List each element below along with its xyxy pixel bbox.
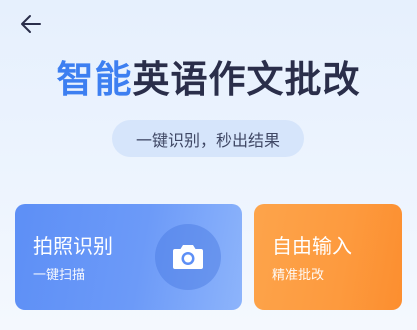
- photo-card-title: 拍照识别: [33, 234, 113, 258]
- back-arrow-icon: [21, 15, 41, 33]
- camera-icon: [173, 245, 203, 269]
- page-title: 智能英语作文批改: [0, 58, 417, 102]
- photo-card-subtitle: 一键扫描: [33, 268, 86, 283]
- subtitle-text: 一键识别，秒出结果: [135, 130, 280, 150]
- page-title-rest: 英语作文批改: [132, 58, 361, 101]
- page-title-accent: 智能: [56, 58, 133, 101]
- free-input-card[interactable]: 自由输入 精准批改: [254, 204, 402, 310]
- back-button[interactable]: [17, 10, 45, 38]
- subtitle-badge: 一键识别，秒出结果: [112, 120, 304, 157]
- camera-icon-container: [155, 224, 221, 290]
- input-card-subtitle: 精准批改: [272, 268, 325, 283]
- photo-recognition-card[interactable]: 拍照识别 一键扫描: [15, 204, 242, 310]
- input-card-title: 自由输入: [272, 234, 352, 258]
